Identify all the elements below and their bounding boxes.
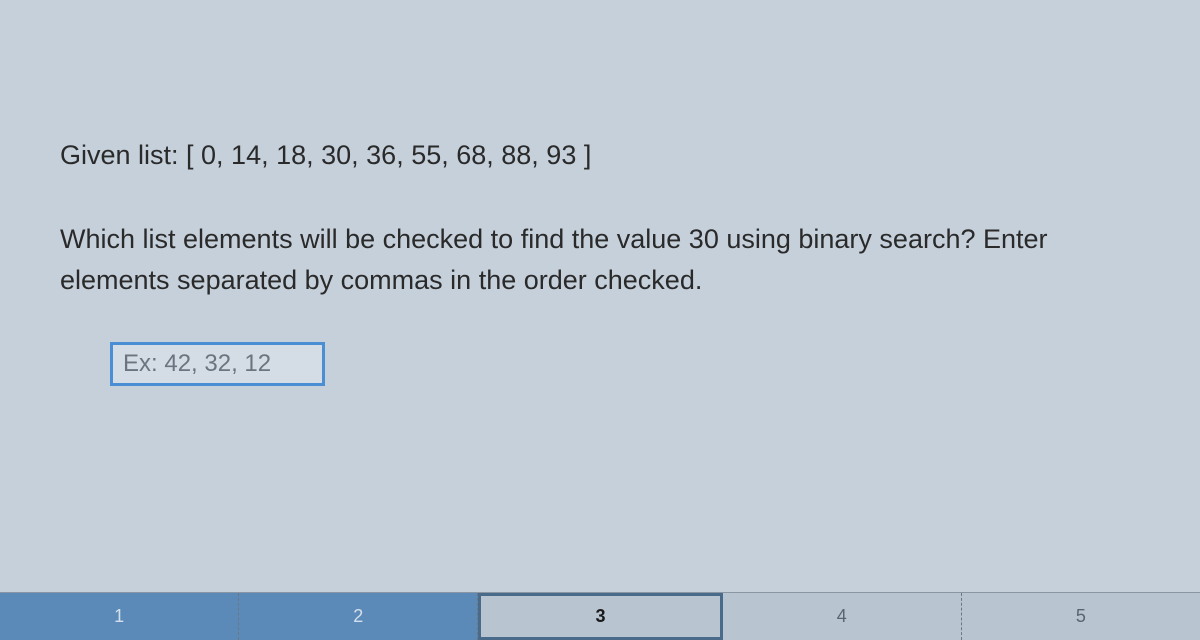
step-1[interactable]: 1	[0, 593, 239, 640]
given-list-text: Given list: [ 0, 14, 18, 30, 36, 55, 68,…	[60, 140, 1140, 171]
step-2[interactable]: 2	[239, 593, 478, 640]
answer-input[interactable]	[110, 342, 325, 386]
step-5[interactable]: 5	[962, 593, 1200, 640]
progress-bar: 1 2 3 4 5	[0, 592, 1200, 640]
question-content: Given list: [ 0, 14, 18, 30, 36, 55, 68,…	[0, 0, 1200, 386]
step-3[interactable]: 3	[478, 593, 722, 640]
step-4[interactable]: 4	[723, 593, 962, 640]
input-container	[110, 342, 1140, 386]
question-text: Which list elements will be checked to f…	[60, 219, 1140, 300]
